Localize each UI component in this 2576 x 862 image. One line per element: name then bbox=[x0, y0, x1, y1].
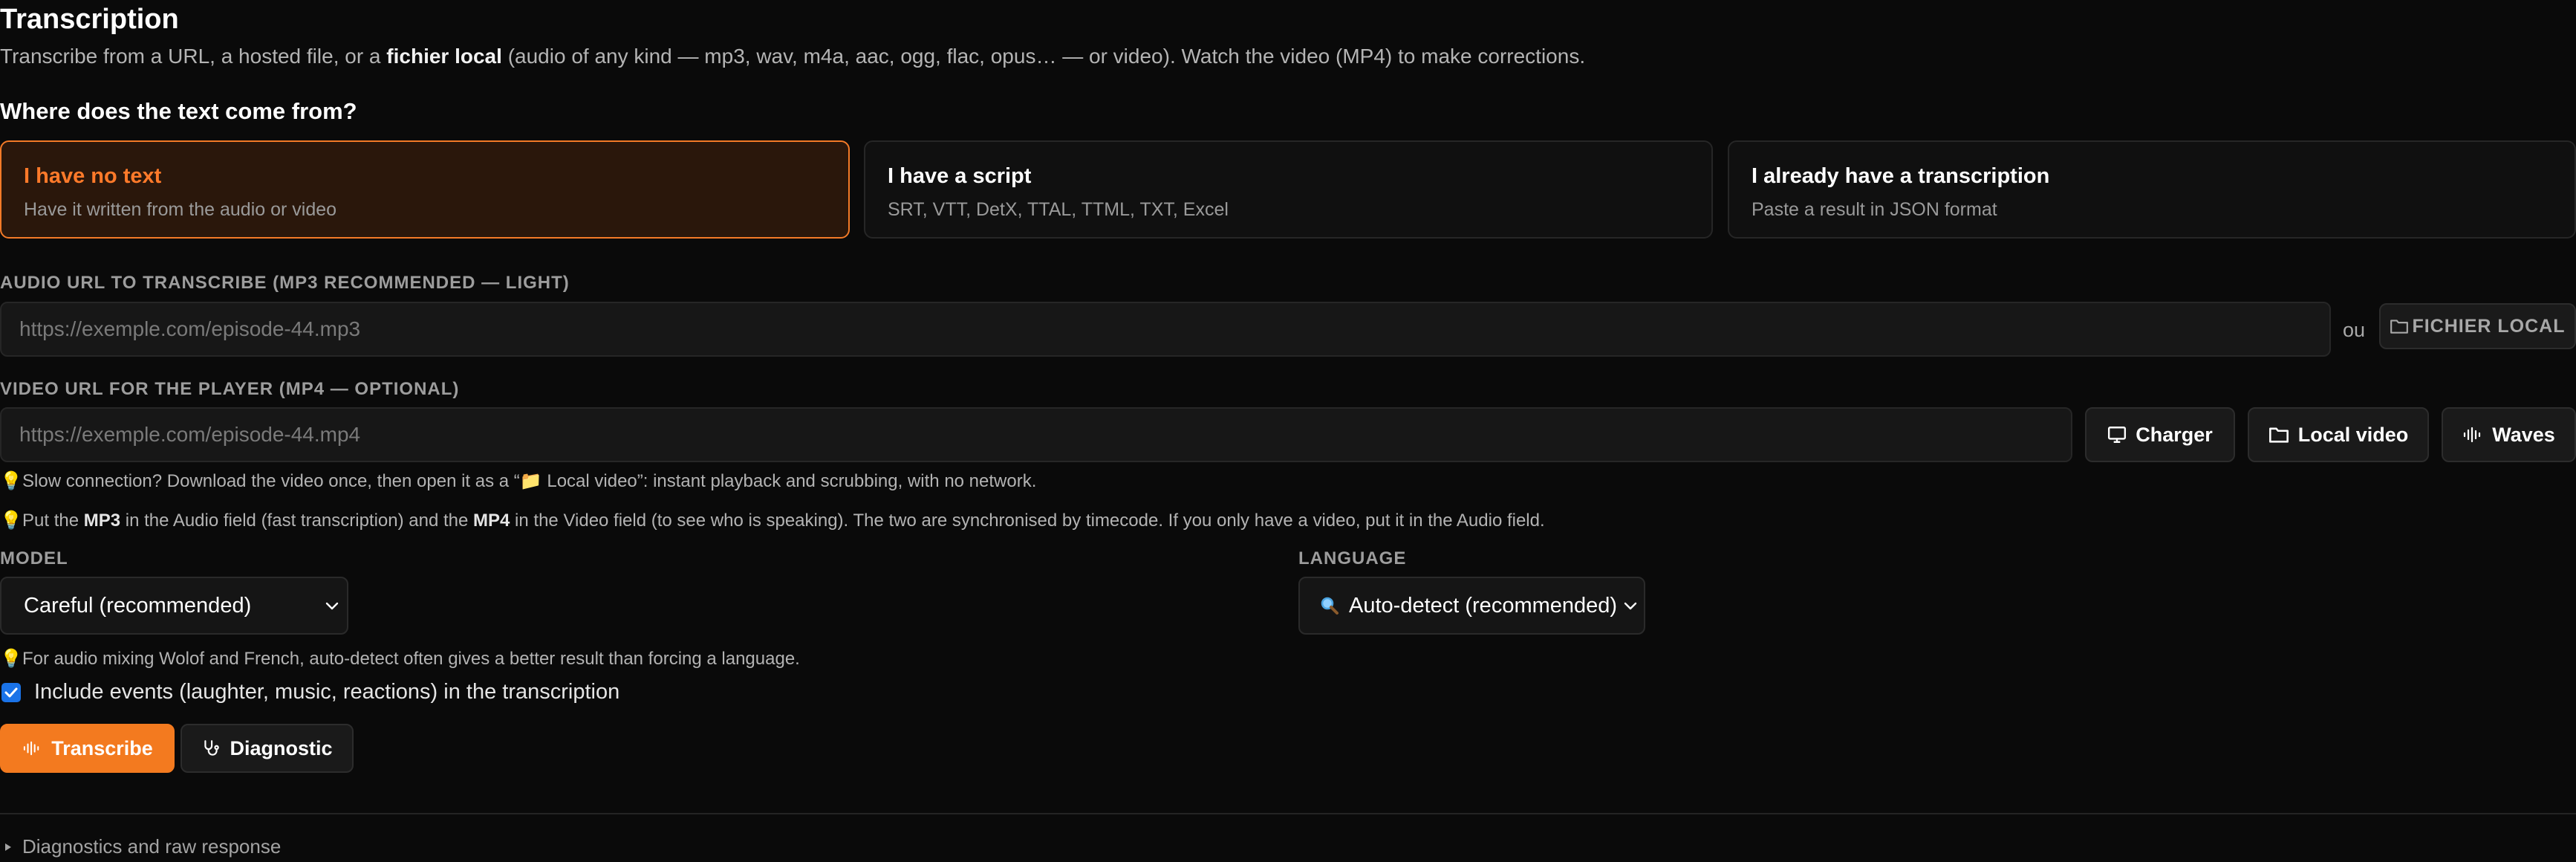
source-option-desc: Have it written from the audio or video bbox=[24, 199, 337, 220]
hint-text: Put the bbox=[22, 511, 84, 531]
triangle-right-icon bbox=[5, 843, 11, 851]
source-option-title: I have no text bbox=[24, 164, 162, 188]
source-option-script[interactable]: I have a script SRT, VTT, DetX, TTAL, TT… bbox=[864, 140, 1713, 239]
sync-hint: 💡Put the MP3 in the Audio field (fast tr… bbox=[0, 508, 1545, 534]
hint-bold: MP4 bbox=[473, 511, 510, 531]
load-video-label: Charger bbox=[2136, 423, 2213, 446]
lightbulb-icon: 💡 bbox=[0, 511, 22, 531]
diagnostics-summary-label: Diagnostics and raw response bbox=[22, 835, 282, 858]
folder-icon: 📁 bbox=[519, 471, 542, 491]
video-url-input[interactable] bbox=[0, 407, 2072, 462]
hint-text: in the Audio field (fast transcription) … bbox=[120, 511, 474, 531]
language-select[interactable]: Auto-detect (recommended) bbox=[1298, 577, 1645, 635]
model-label: MODEL bbox=[0, 548, 68, 568]
local-file-button[interactable]: FICHIER LOCAL bbox=[2379, 303, 2576, 349]
video-url-label: VIDEO URL FOR THE PLAYER (MP4 — OPTIONAL… bbox=[0, 379, 460, 399]
diagnostic-button[interactable]: Diagnostic bbox=[180, 724, 354, 773]
local-file-label: FICHIER LOCAL bbox=[2412, 315, 2566, 337]
local-video-label: Local video bbox=[2297, 423, 2409, 446]
divider bbox=[0, 813, 2576, 814]
page-subtitle: Transcribe from a URL, a hosted file, or… bbox=[0, 42, 1585, 71]
subtitle-bold: fichier local bbox=[386, 45, 502, 68]
folder-icon bbox=[2268, 427, 2289, 443]
source-option-no-text[interactable]: I have no text Have it written from the … bbox=[0, 140, 850, 239]
language-selected-value: Auto-detect (recommended) bbox=[1349, 593, 1618, 618]
hint-text: For audio mixing Wolof and French, auto-… bbox=[22, 649, 800, 669]
lightbulb-icon: 💡 bbox=[0, 471, 22, 491]
page-title: Transcription bbox=[0, 4, 179, 35]
waves-label: Waves bbox=[2492, 423, 2555, 446]
include-events-checkbox[interactable] bbox=[1, 682, 21, 702]
magnifier-icon bbox=[1321, 597, 1339, 615]
diagnostics-details-toggle[interactable]: Diagnostics and raw response bbox=[4, 835, 281, 858]
checkmark-icon bbox=[4, 687, 18, 697]
include-events-label: Include events (laughter, music, reactio… bbox=[34, 680, 620, 704]
load-video-button[interactable]: Charger bbox=[2085, 407, 2235, 462]
audio-url-label: AUDIO URL TO TRANSCRIBE (MP3 RECOMMENDED… bbox=[0, 273, 570, 293]
diagnostic-label: Diagnostic bbox=[230, 736, 333, 759]
transcribe-label: Transcribe bbox=[51, 736, 153, 759]
source-option-title: I have a script bbox=[888, 164, 1032, 188]
hint-text: Local video”: instant playback and scrub… bbox=[541, 471, 1037, 491]
model-select[interactable]: Careful (recommended) bbox=[0, 577, 348, 635]
audio-url-input[interactable] bbox=[0, 302, 2331, 357]
hint-bold: MP3 bbox=[83, 511, 121, 531]
include-events-row: Include events (laughter, music, reactio… bbox=[0, 680, 619, 704]
model-selected-value: Careful (recommended) bbox=[24, 593, 252, 618]
transcribe-button[interactable]: Transcribe bbox=[0, 724, 175, 773]
hint-text: in the Video field (to see who is speaki… bbox=[510, 511, 1545, 531]
chevron-down-icon bbox=[1624, 602, 1637, 610]
monitor-icon bbox=[2108, 427, 2127, 443]
source-option-desc: Paste a result in JSON format bbox=[1752, 199, 1997, 220]
chevron-down-icon bbox=[325, 602, 339, 610]
or-text: ou bbox=[2343, 319, 2366, 341]
transcription-page: Transcription Transcribe from a URL, a h… bbox=[0, 0, 2576, 862]
stethoscope-icon bbox=[204, 740, 220, 756]
local-video-button[interactable]: Local video bbox=[2248, 407, 2429, 462]
source-question: Where does the text come from? bbox=[0, 98, 357, 124]
hint-text: Slow connection? Download the video once… bbox=[22, 471, 520, 491]
folder-icon bbox=[2390, 320, 2409, 334]
language-hint: 💡For audio mixing Wolof and French, auto… bbox=[0, 646, 800, 672]
waveform-icon bbox=[2464, 427, 2481, 443]
slow-connection-hint: 💡Slow connection? Download the video onc… bbox=[0, 469, 1036, 494]
waves-button[interactable]: Waves bbox=[2442, 407, 2576, 462]
lightbulb-icon: 💡 bbox=[0, 649, 22, 669]
subtitle-suffix: (audio of any kind — mp3, wav, m4a, aac,… bbox=[501, 45, 1586, 68]
subtitle-prefix: Transcribe from a URL, a hosted file, or… bbox=[0, 45, 387, 68]
waveform-icon bbox=[24, 741, 39, 756]
source-option-title: I already have a transcription bbox=[1752, 164, 2050, 188]
source-option-transcription[interactable]: I already have a transcription Paste a r… bbox=[1728, 140, 2576, 239]
language-label: LANGUAGE bbox=[1298, 548, 1407, 568]
source-option-desc: SRT, VTT, DetX, TTAL, TTML, TXT, Excel bbox=[888, 199, 1229, 220]
